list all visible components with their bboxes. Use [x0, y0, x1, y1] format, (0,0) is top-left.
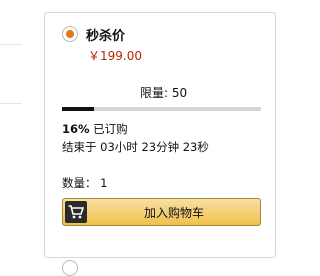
quantity-value[interactable]: 1: [100, 176, 107, 190]
deal-title: 秒杀价: [86, 29, 126, 44]
radio-unselected-icon[interactable]: [62, 260, 78, 276]
deal-ends-timer: 结束于 03小时 23分钟 23秒: [62, 140, 209, 154]
left-divider-top: [0, 44, 22, 45]
left-divider-bottom: [0, 103, 22, 104]
claimed-label: 已订购: [89, 122, 128, 136]
add-to-cart-button[interactable]: 加入购物车: [62, 198, 261, 226]
quantity-label: 数量：: [62, 176, 97, 190]
add-to-cart-label: 加入购物车: [144, 206, 205, 220]
claimed-text: 16% 已订购: [62, 121, 128, 137]
claimed-progress-fill: [62, 107, 94, 111]
quantity-row: 数量： 1: [62, 175, 107, 191]
claimed-percent: 16%: [62, 122, 90, 136]
deal-limit: 限量: 50: [140, 86, 188, 100]
radio-selected-icon[interactable]: [62, 26, 78, 42]
claimed-progress-bar: [62, 107, 261, 111]
shopping-cart-icon: [65, 201, 87, 223]
deal-price: ￥199.00: [88, 49, 142, 63]
